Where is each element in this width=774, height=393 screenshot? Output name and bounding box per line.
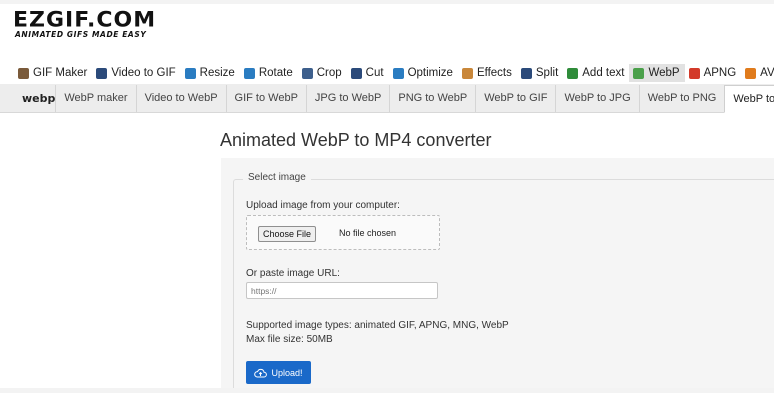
crop-icon (301, 67, 313, 79)
resize-icon (184, 67, 196, 79)
upload-button-label: Upload! (271, 367, 303, 378)
nav-item-label: Add text (582, 67, 625, 79)
nav-item-apng[interactable]: APNG (685, 64, 742, 82)
tab-webp-to-mp4[interactable]: WebP to MP4 (724, 85, 774, 113)
nav-item-label: Effects (476, 67, 512, 79)
apng-icon (688, 67, 700, 79)
sub-nav: webp WebP maker Video to WebP GIF to WebP J… (0, 84, 774, 113)
cloud-upload-icon (254, 368, 268, 377)
url-label: Or paste image URL: (246, 268, 340, 279)
supported-types-text: Supported image types: animated GIF, APN… (246, 320, 509, 331)
max-file-size-text: Max file size: 50MB (246, 334, 333, 345)
image-url-input[interactable] (246, 282, 438, 299)
nav-item-effects[interactable]: Effects (458, 64, 517, 82)
add-text-icon (567, 67, 579, 79)
nav-item-cut[interactable]: Cut (347, 64, 389, 82)
nav-item-video-to-gif[interactable]: Video to GIF (92, 64, 180, 82)
tab-video-to-webp[interactable]: Video to WebP (135, 85, 226, 112)
optimize-icon (392, 67, 404, 79)
gif-maker-icon (18, 67, 29, 79)
no-file-chosen-text: No file chosen (339, 228, 397, 238)
nav-item-label: AVIF (760, 67, 774, 79)
tab-jpg-to-webp[interactable]: JPG to WebP (305, 85, 389, 112)
webp-brand: webp (0, 84, 55, 112)
webp-icon (633, 67, 645, 79)
tab-webp-maker[interactable]: WebP maker (55, 85, 135, 112)
nav-item-label: Video to GIF (111, 67, 176, 79)
tab-webp-to-gif[interactable]: WebP to GIF (475, 85, 555, 112)
tab-gif-to-webp[interactable]: GIF to WebP (225, 85, 306, 112)
upload-label: Upload image from your computer: (246, 200, 400, 211)
nav-item-label: Crop (316, 67, 342, 79)
nav-item-resize[interactable]: Resize (181, 64, 240, 82)
upload-button[interactable]: Upload! (246, 361, 311, 384)
nav-item-label: APNG (703, 67, 737, 79)
split-icon (520, 67, 532, 79)
nav-item-webp[interactable]: WebP (629, 64, 685, 82)
nav-item-rotate[interactable]: Rotate (240, 64, 298, 82)
nav-item-label: Rotate (258, 67, 293, 79)
tab-webp-to-jpg[interactable]: WebP to JPG (555, 85, 638, 112)
fieldset-legend: Select image (243, 172, 311, 183)
tab-png-to-webp[interactable]: PNG to WebP (389, 85, 475, 112)
nav-item-label: Optimize (407, 67, 453, 79)
rotate-icon (243, 67, 255, 79)
page: EZGIF.COM ANIMATED GIFS MADE EASY GIF Ma… (0, 4, 774, 388)
nav-item-label: WebP (648, 67, 680, 79)
page-title: Animated WebP to MP4 converter (220, 130, 492, 150)
nav-item-gif-maker[interactable]: GIF Maker (14, 64, 92, 82)
file-drop-area[interactable]: Choose File No file chosen (246, 215, 440, 250)
tab-webp-to-png[interactable]: WebP to PNG (638, 85, 725, 112)
choose-file-button[interactable]: Choose File (258, 226, 317, 242)
webp-brand-label: webp (22, 91, 56, 105)
nav-item-label: Split (535, 67, 559, 79)
nav-item-add-text[interactable]: Add text (563, 64, 629, 82)
cut-icon (350, 67, 362, 79)
nav-item-label: GIF Maker (33, 67, 88, 79)
avif-icon (745, 67, 757, 79)
main-nav: GIF Maker Video to GIF Resize Rotate Crop Cut… (14, 64, 774, 82)
nav-item-avif[interactable]: AVIF (741, 64, 774, 82)
nav-item-optimize[interactable]: Optimize (389, 64, 458, 82)
site-logo[interactable]: EZGIF.COM ANIMATED GIFS MADE EASY (13, 10, 156, 39)
film-icon (96, 67, 108, 79)
nav-item-crop[interactable]: Crop (298, 64, 347, 82)
upload-form: Select image Upload image from your comp… (221, 158, 774, 388)
nav-item-label: Cut (365, 67, 384, 79)
nav-item-split[interactable]: Split (517, 64, 563, 82)
effects-icon (461, 67, 473, 79)
nav-item-label: Resize (199, 67, 235, 79)
logo-text: EZGIF.COM (13, 8, 157, 33)
